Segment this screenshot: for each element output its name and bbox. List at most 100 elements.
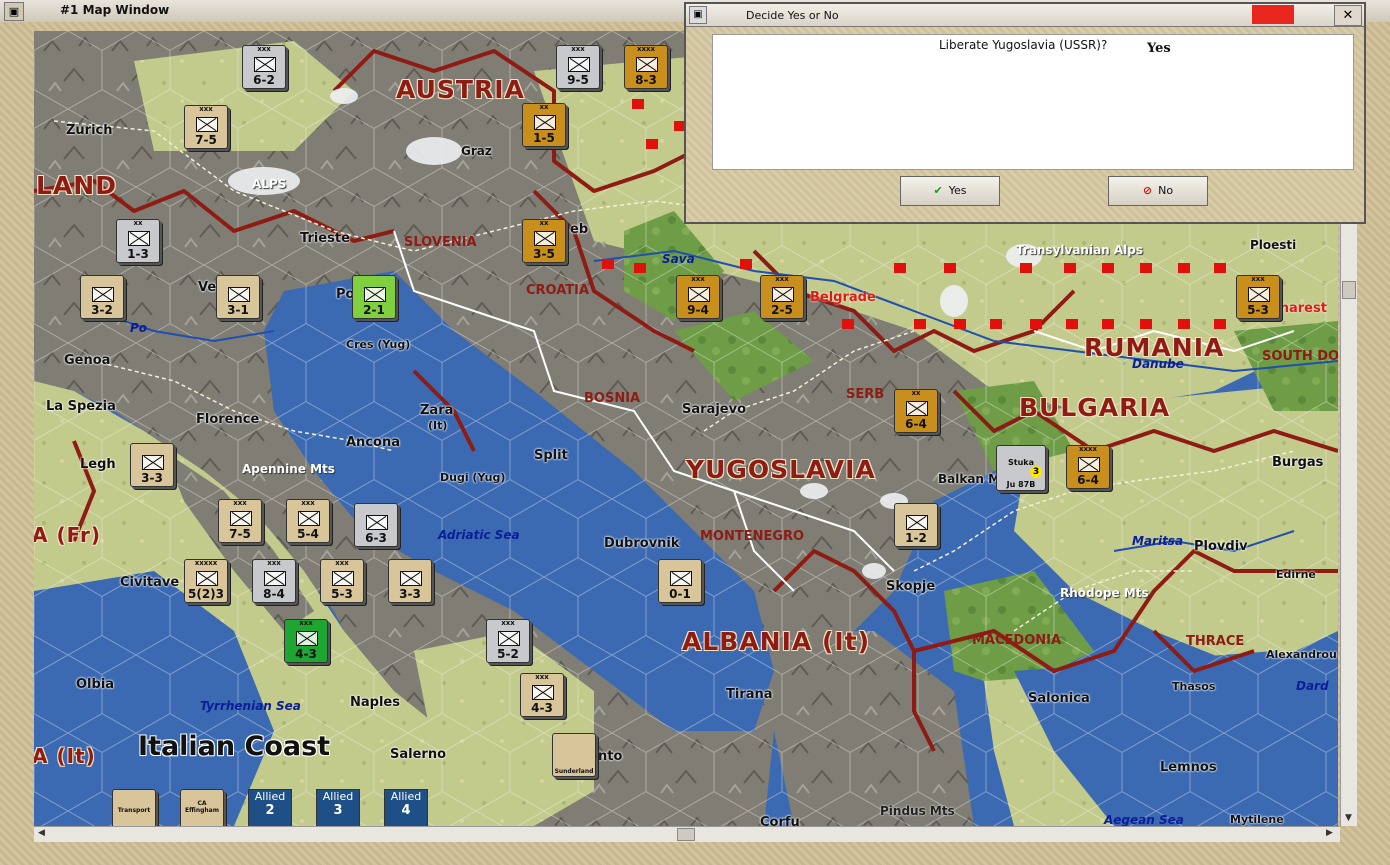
system-menu-icon[interactable]: ▣ [4, 2, 24, 21]
unit-counter[interactable]: xxxx 6-4 [1066, 445, 1110, 489]
infantry-symbol-icon [142, 455, 164, 470]
country-label-albania: ALBANIA (It) [682, 627, 871, 656]
city-burgas: Burgas [1272, 455, 1324, 470]
naval-unit-transport[interactable]: Transport [112, 789, 156, 826]
horizontal-scroll-thumb[interactable] [677, 828, 695, 841]
city-thasos: Thasos [1172, 680, 1216, 693]
city-florence: Florence [196, 412, 260, 427]
unit-size: xxx [257, 45, 271, 53]
infantry-symbol-icon [906, 515, 928, 530]
unit-counter[interactable]: xxx 9-4 [676, 275, 720, 319]
infantry-symbol-icon [688, 287, 710, 302]
unit-counter[interactable]: 3-3 [130, 443, 174, 487]
unit-counter[interactable]: xxxx 8-3 [624, 45, 668, 89]
unit-counter[interactable]: 3-1 [216, 275, 260, 319]
unit-counter[interactable]: xxx 7-5 [218, 499, 262, 543]
city-graz: Graz [461, 144, 492, 158]
control-marker [842, 319, 854, 329]
unit-counter[interactable]: xxx 5-2 [486, 619, 530, 663]
unit-counter[interactable]: xxx 7-5 [184, 105, 228, 149]
infantry-symbol-icon [92, 287, 114, 302]
allied-box-label: Allied [254, 790, 286, 803]
no-button[interactable]: ⊘ No [1108, 176, 1208, 206]
unit-counter[interactable]: xxx 6-2 [242, 45, 286, 89]
naval-unit-sunderland-label: Sunderland [554, 768, 594, 775]
unit-strength: 4-3 [295, 647, 317, 661]
city-legh: Legh [80, 457, 116, 472]
yes-button[interactable]: ✔ Yes [900, 176, 1000, 206]
unit-counter[interactable]: 0-1 [658, 559, 702, 603]
unit-strength: 9-5 [567, 73, 589, 87]
infantry-symbol-icon [1078, 457, 1100, 472]
city-zara-it: (It) [428, 419, 448, 432]
city-plovdiv: Plovdiv [1194, 539, 1248, 554]
dialog-system-icon[interactable]: ▣ [689, 6, 707, 24]
unit-size: xxx [299, 619, 313, 627]
unit-counter[interactable]: xxx 2-5 [760, 275, 804, 319]
vertical-scroll-thumb[interactable] [1342, 281, 1356, 299]
country-label-land: LAND [36, 171, 117, 200]
infantry-symbol-icon [636, 57, 658, 72]
scroll-right-icon[interactable]: ▶ [1326, 828, 1333, 838]
naval-unit-ca-effingham[interactable]: CA Effingham [180, 789, 224, 826]
unit-counter[interactable]: xxx 4-3 [284, 619, 328, 663]
unit-strength: 5(2)3 [187, 587, 225, 601]
unit-counter[interactable]: xxx 9-5 [556, 45, 600, 89]
allied-box-3[interactable]: Allied 3 [316, 789, 360, 826]
unit-counter[interactable]: xx 1-5 [522, 103, 566, 147]
unit-strength: 3-3 [399, 587, 421, 601]
allied-box-2[interactable]: Allied 2 [248, 789, 292, 826]
unit-counter[interactable]: xxxxx 5(2)3 [184, 559, 228, 603]
close-icon[interactable]: ✕ [1334, 5, 1362, 26]
infantry-symbol-icon [128, 231, 150, 246]
unit-strength: 2-1 [363, 303, 385, 317]
naval-unit-sunderland[interactable]: Sunderland [552, 733, 596, 777]
air-unit-value: 3 [1030, 466, 1042, 478]
unit-counter[interactable]: 1-2 [894, 503, 938, 547]
unit-strength: 3-3 [141, 471, 163, 485]
infantry-symbol-icon [670, 571, 692, 586]
unit-counter[interactable]: 3-2 [80, 275, 124, 319]
allied-box-4[interactable]: Allied 4 [384, 789, 428, 826]
infantry-symbol-icon [498, 631, 520, 646]
city-trieste: Trieste [300, 231, 350, 246]
unit-size: xxxx [636, 45, 656, 53]
dialog-question: Liberate Yugoslavia (USSR)? [939, 38, 1108, 52]
unit-counter[interactable]: xx 6-4 [894, 389, 938, 433]
allied-box-value: 2 [265, 803, 275, 818]
unit-counter[interactable]: xxx 4-3 [520, 673, 564, 717]
unit-counter[interactable]: 2-1 [352, 275, 396, 319]
unit-size: xx [539, 103, 549, 111]
unit-counter[interactable]: 6-3 [354, 503, 398, 547]
control-marker [1214, 319, 1226, 329]
unit-counter[interactable]: 3-3 [388, 559, 432, 603]
terrain-pindus: Pindus Mts [880, 804, 955, 818]
unit-counter[interactable]: xxx 5-4 [286, 499, 330, 543]
control-marker [602, 259, 614, 269]
unit-counter[interactable]: xxx 8-4 [252, 559, 296, 603]
city-zurich: Zurich [66, 123, 113, 138]
air-unit-stuka[interactable]: Stuka Ju 87B 3 [996, 445, 1046, 491]
region-label-thrace: THRACE [1186, 634, 1245, 649]
control-marker [632, 99, 644, 109]
city-dard: Dard [1296, 679, 1329, 693]
control-marker [1030, 319, 1042, 329]
unit-counter[interactable]: xxx 5-3 [320, 559, 364, 603]
unit-counter[interactable]: xx 1-3 [116, 219, 160, 263]
terrain-transylvanian: Transylvanian Alps [1016, 243, 1144, 257]
dialog-titlebar[interactable]: ▣ Decide Yes or No ✕ [686, 4, 1364, 27]
unit-strength: 8-4 [263, 587, 285, 601]
scroll-down-icon[interactable]: ▼ [1345, 813, 1352, 823]
checkmark-icon: ✔ [933, 184, 943, 197]
unit-counter[interactable]: xx 3-5 [522, 219, 566, 263]
country-label-yugoslavia: YUGOSLAVIA [686, 455, 876, 484]
unit-counter[interactable]: xxx 5-3 [1236, 275, 1280, 319]
control-marker [1064, 263, 1076, 273]
control-marker [1140, 319, 1152, 329]
infantry-symbol-icon [534, 115, 556, 130]
yes-button-label: Yes [948, 184, 967, 197]
scroll-left-icon[interactable]: ◀ [38, 828, 45, 838]
horizontal-scrollbar[interactable]: ◀ ▶ [34, 826, 1340, 842]
river-danube: Danube [1132, 357, 1184, 371]
unit-strength: 0-1 [669, 587, 691, 601]
